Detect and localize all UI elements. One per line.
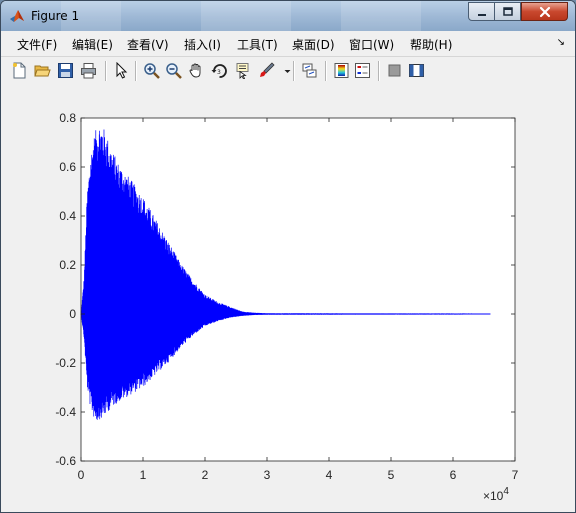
y-tick-label: 0	[69, 307, 76, 321]
show-plot-tools-icon[interactable]	[408, 62, 425, 79]
zoom-out-icon[interactable]	[165, 62, 182, 79]
hide-plot-tools-icon[interactable]	[386, 62, 403, 79]
plot-svg: 01234567 0.80.60.40.20-0.2-0.4-0.6 ×104	[55, 111, 519, 503]
menu-edit[interactable]: 编辑(E)	[72, 36, 113, 53]
figure-canvas[interactable]: 01234567 0.8 0.6 0.4 0.2 0 -0.2 -0.4 -0.6 ×104	[1, 85, 575, 512]
x-axis-exponent: ×104	[483, 486, 509, 503]
data-cursor-icon[interactable]	[234, 62, 251, 79]
x-exponent-base: ×10	[483, 489, 504, 503]
x-tick-label: 4	[326, 468, 333, 482]
maximize-icon	[502, 6, 513, 16]
menu-bar: 文件(F) 编辑(E) 查看(V) 插入(I) 工具(T) 桌面(D) 窗口(W…	[1, 31, 575, 55]
y-tick-label: 0.8	[59, 111, 76, 125]
menu-desktop[interactable]: 桌面(D)	[292, 36, 335, 53]
y-tick-label: 0.2	[59, 258, 76, 272]
y-tick-label: 0.4	[59, 209, 76, 223]
close-icon	[539, 6, 550, 17]
svg-text:3: 3	[217, 69, 221, 76]
zoom-in-icon[interactable]	[143, 62, 160, 79]
menu-file[interactable]: 文件(F)	[17, 36, 57, 53]
y-tick-labels: 0.8 0.6 0.4 0.2 0 -0.2 -0.4 -0.6	[55, 111, 76, 468]
menu-tools[interactable]: 工具(T)	[237, 36, 278, 53]
figure-window: Figure 1 文件(F) 编辑(E) 查看(V) 插入(I) 工具(T) 桌…	[0, 0, 576, 513]
y-tick-label: 0.6	[59, 160, 76, 174]
figure-toolbar: 3	[1, 56, 575, 86]
x-tick-label: 0	[78, 468, 85, 482]
menu-help[interactable]: 帮助(H)	[410, 36, 452, 53]
close-button[interactable]	[521, 2, 568, 21]
save-icon[interactable]	[57, 62, 74, 79]
edit-plot-arrow-icon[interactable]	[113, 62, 130, 79]
y-tick-label: -0.6	[55, 454, 76, 468]
new-figure-icon[interactable]	[11, 62, 28, 79]
pan-hand-icon[interactable]	[188, 62, 205, 79]
colorbar-icon[interactable]	[333, 62, 350, 79]
link-plot-icon[interactable]	[301, 62, 318, 79]
menu-overflow-icon[interactable]: ↘	[557, 37, 565, 48]
title-bar[interactable]: Figure 1	[1, 1, 575, 31]
x-tick-label: 2	[202, 468, 209, 482]
x-exponent-power: 4	[503, 486, 509, 497]
menu-insert[interactable]: 插入(I)	[184, 36, 221, 53]
x-tick-label: 5	[388, 468, 395, 482]
print-icon[interactable]	[80, 62, 97, 79]
menu-window[interactable]: 窗口(W)	[349, 36, 394, 53]
menu-view[interactable]: 查看(V)	[127, 36, 169, 53]
window-title: Figure 1	[31, 9, 80, 23]
brush-dropdown-icon[interactable]	[279, 62, 291, 79]
matlab-logo-icon	[9, 8, 25, 24]
x-tick-label: 1	[140, 468, 147, 482]
rotate-3d-icon[interactable]: 3	[211, 62, 228, 79]
legend-icon[interactable]	[354, 62, 371, 79]
minimize-icon	[477, 13, 486, 16]
brush-icon[interactable]	[258, 62, 275, 79]
x-tick-label: 3	[264, 468, 271, 482]
minimize-button[interactable]	[468, 2, 495, 21]
x-tick-labels: 0 1 2 3 4 5 6 7	[78, 468, 519, 482]
x-tick-label: 7	[512, 468, 519, 482]
y-tick-label: -0.4	[55, 405, 76, 419]
maximize-button[interactable]	[494, 2, 521, 21]
open-file-icon[interactable]	[34, 62, 51, 79]
x-tick-label: 6	[450, 468, 457, 482]
y-tick-label: -0.2	[55, 356, 76, 370]
